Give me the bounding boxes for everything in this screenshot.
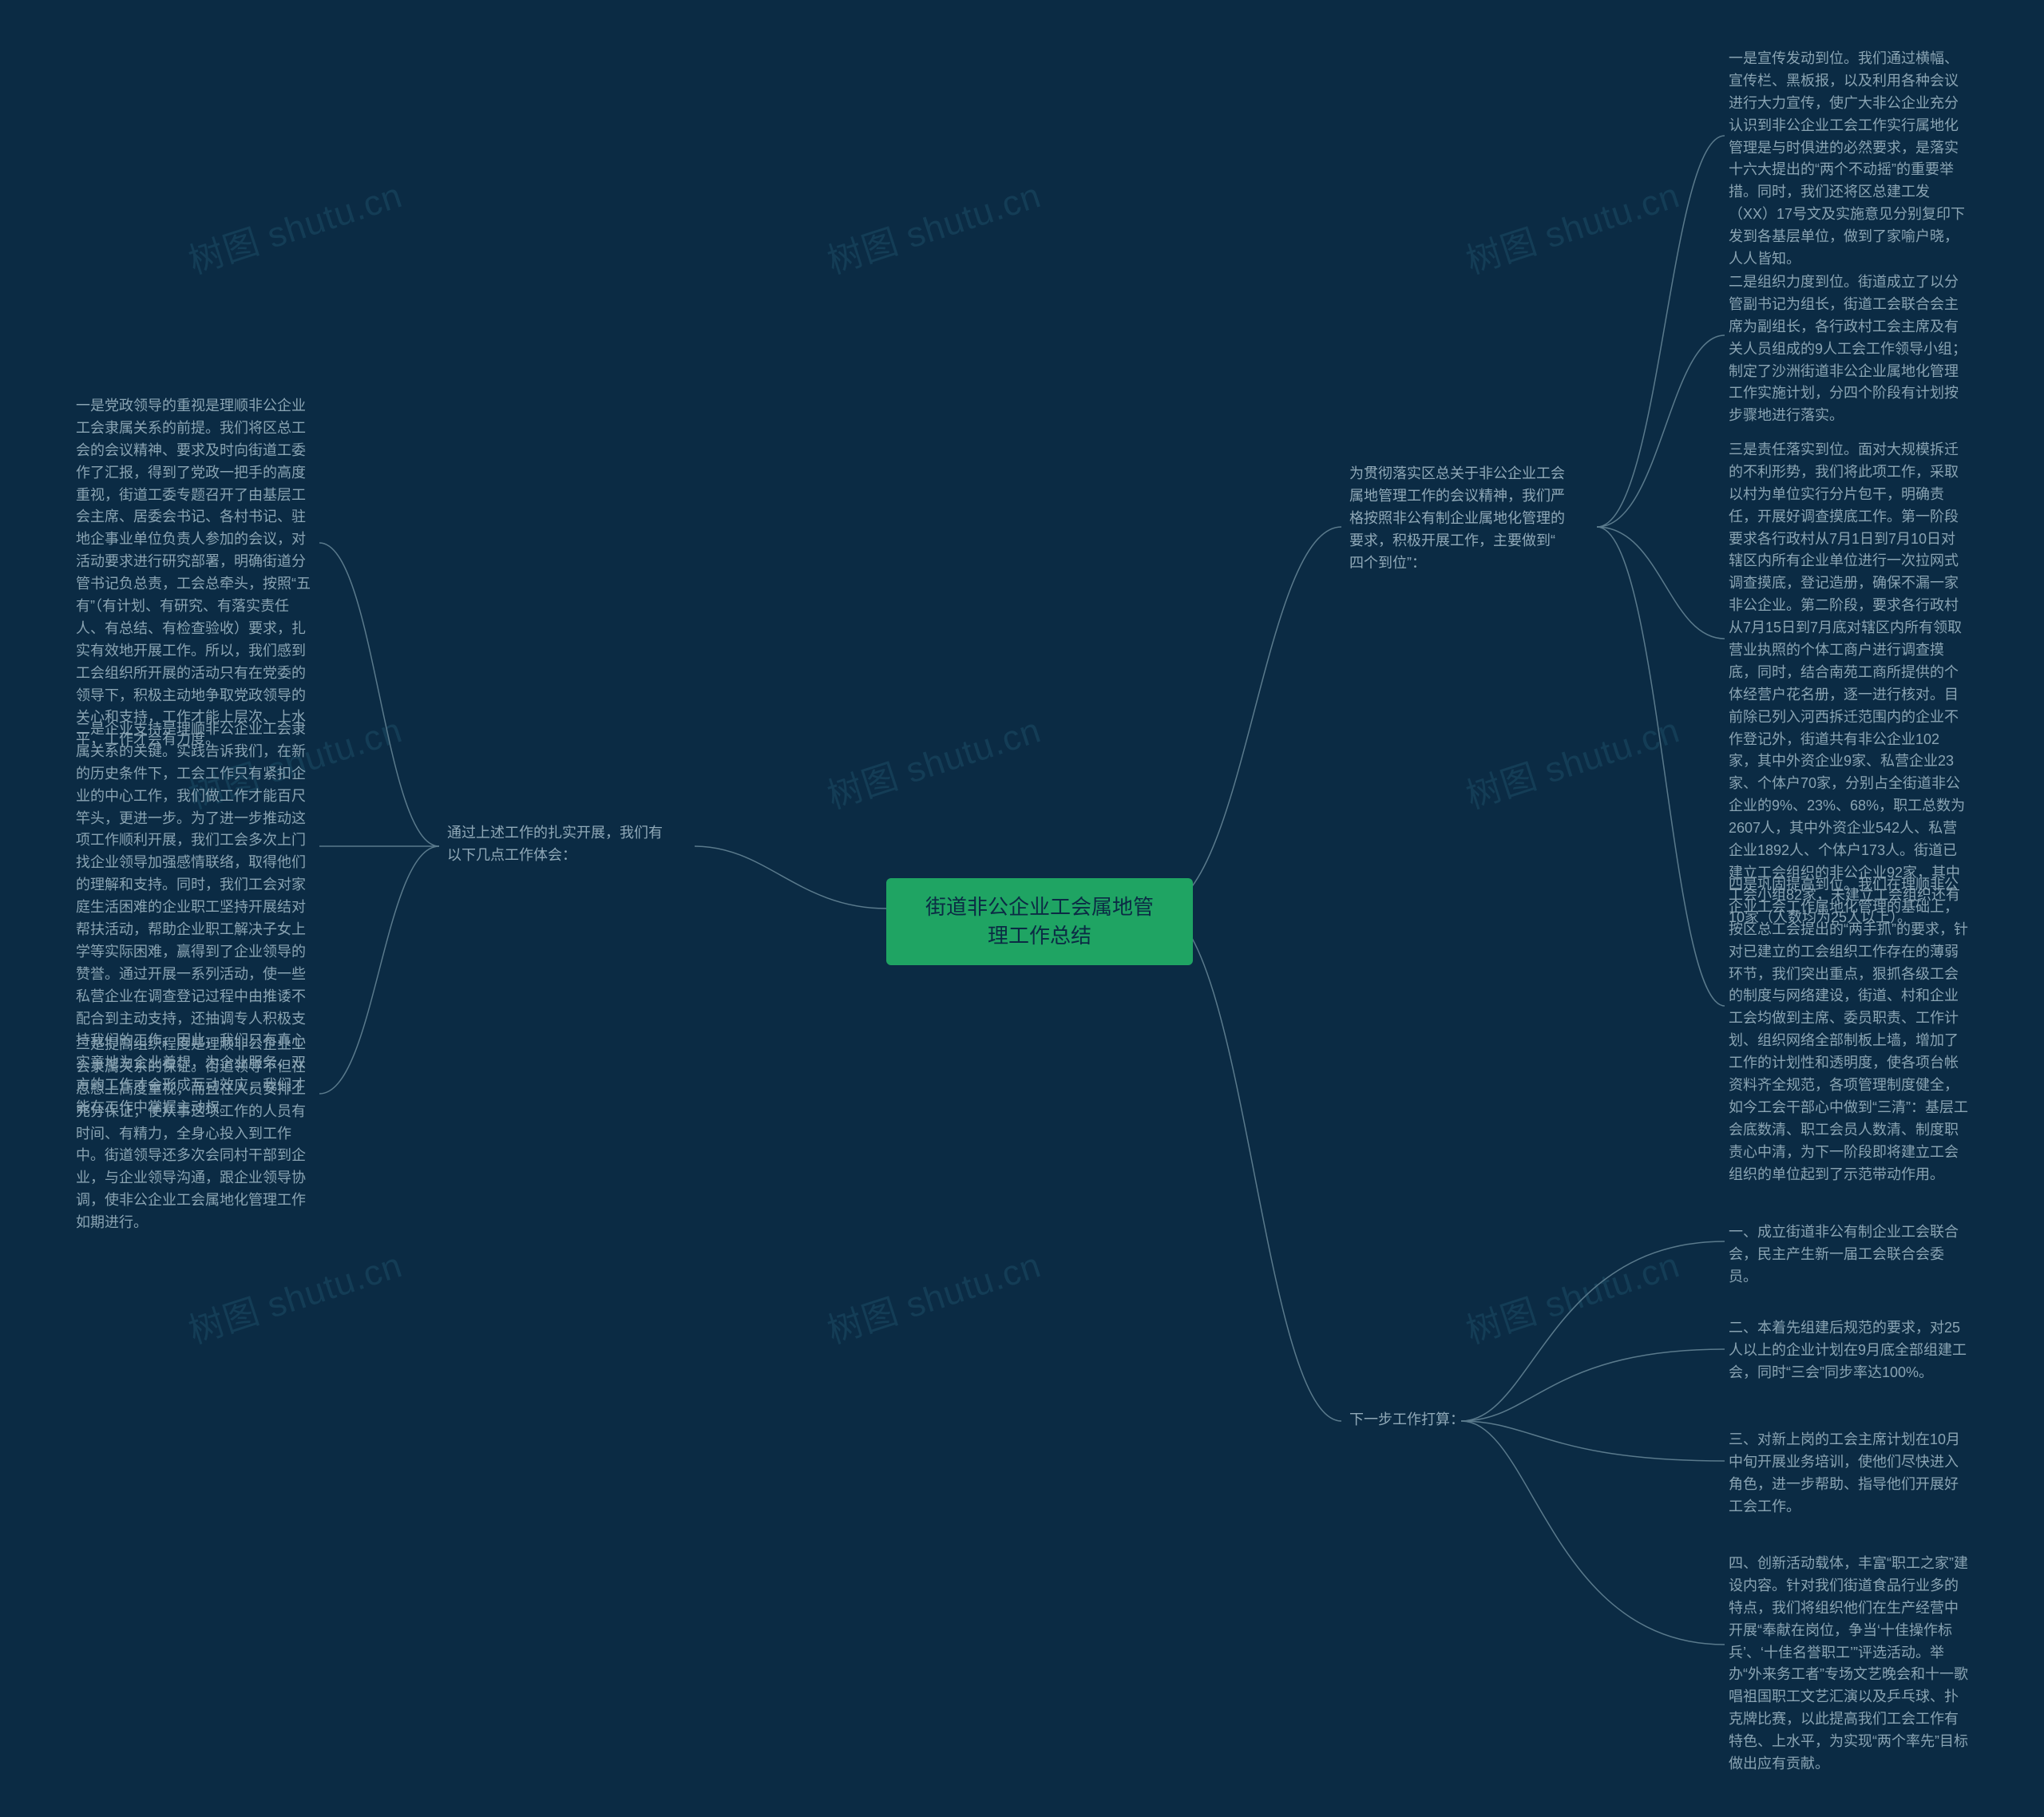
right-branch2-label-text: 下一步工作打算： — [1349, 1409, 1464, 1431]
right-leaf-1-2: 二是组织力度到位。街道成立了以分管副书记为组长，街道工会联合会主席为副组长，各行… — [1729, 271, 1968, 427]
right-leaf-2-3: 三、对新上岗的工会主席计划在10月中旬开展业务培训，使他们尽快进入角色，进一步帮… — [1729, 1429, 1968, 1518]
right-leaf-2-4-text: 四、创新活动载体，丰富“职工之家”建设内容。针对我们街道食品行业多的特点，我们将… — [1729, 1553, 1968, 1775]
left-branch-label-text: 通过上述工作的扎实开展，我们有 以下几点工作体会： — [447, 822, 687, 867]
right-leaf-1-1: 一是宣传发动到位。我们通过横幅、宣传栏、黑板报，以及利用各种会议进行大力宣传，使… — [1729, 48, 1968, 271]
left-leaf-1-text: 一是党政领导的重视是理顺非公企业工会隶属关系的前提。我们将区总工会的会议精神、要… — [76, 395, 315, 751]
center-node: 街道非公企业工会属地管 理工作总结 — [886, 878, 1193, 965]
right-leaf-2-2: 二、本着先组建后规范的要求，对25人以上的企业计划在9月底全部组建工会，同时“三… — [1729, 1317, 1968, 1384]
right-leaf-2-2-text: 二、本着先组建后规范的要求，对25人以上的企业计划在9月底全部组建工会，同时“三… — [1729, 1317, 1968, 1384]
left-leaf-1: 一是党政领导的重视是理顺非公企业工会隶属关系的前提。我们将区总工会的会议精神、要… — [76, 395, 315, 751]
right-leaf-2-1-text: 一、成立街道非公有制企业工会联合会，民主产生新一届工会联合会委员。 — [1729, 1221, 1968, 1289]
left-leaf-3-text: 三是提高组织程度是理顺非公企业工会隶属关系的保证。街道领导不但在思想上高度重视，… — [76, 1034, 315, 1234]
left-branch-label: 通过上述工作的扎实开展，我们有 以下几点工作体会： — [447, 822, 687, 867]
right-branch1-label: 为贯彻落实区总关于非公企业工会 属地管理工作的会议精神，我们严 格按照非公有制企… — [1349, 463, 1589, 574]
right-leaf-1-4-text: 四是巩固提高到位。我们在理顺非公企业工会工作属地化管理的基础上，按区总工会提出的… — [1729, 874, 1968, 1186]
left-leaf-3: 三是提高组织程度是理顺非公企业工会隶属关系的保证。街道领导不但在思想上高度重视，… — [76, 1034, 315, 1234]
right-leaf-2-3-text: 三、对新上岗的工会主席计划在10月中旬开展业务培训，使他们尽快进入角色，进一步帮… — [1729, 1429, 1968, 1518]
right-leaf-2-4: 四、创新活动载体，丰富“职工之家”建设内容。针对我们街道食品行业多的特点，我们将… — [1729, 1553, 1968, 1775]
right-branch1-label-text: 为贯彻落实区总关于非公企业工会 属地管理工作的会议精神，我们严 格按照非公有制企… — [1349, 463, 1589, 574]
right-leaf-1-1-text: 一是宣传发动到位。我们通过横幅、宣传栏、黑板报，以及利用各种会议进行大力宣传，使… — [1729, 48, 1968, 271]
right-leaf-1-3-text: 三是责任落实到位。面对大规模拆迁的不利形势，我们将此项工作，采取以村为单位实行分… — [1729, 439, 1968, 929]
right-leaf-2-1: 一、成立街道非公有制企业工会联合会，民主产生新一届工会联合会委员。 — [1729, 1221, 1968, 1289]
center-node-text: 街道非公企业工会属地管 理工作总结 — [904, 893, 1175, 951]
right-branch2-label: 下一步工作打算： — [1349, 1409, 1464, 1431]
right-leaf-1-2-text: 二是组织力度到位。街道成立了以分管副书记为组长，街道工会联合会主席为副组长，各行… — [1729, 271, 1968, 427]
right-leaf-1-4: 四是巩固提高到位。我们在理顺非公企业工会工作属地化管理的基础上，按区总工会提出的… — [1729, 874, 1968, 1186]
right-leaf-1-3: 三是责任落实到位。面对大规模拆迁的不利形势，我们将此项工作，采取以村为单位实行分… — [1729, 439, 1968, 929]
